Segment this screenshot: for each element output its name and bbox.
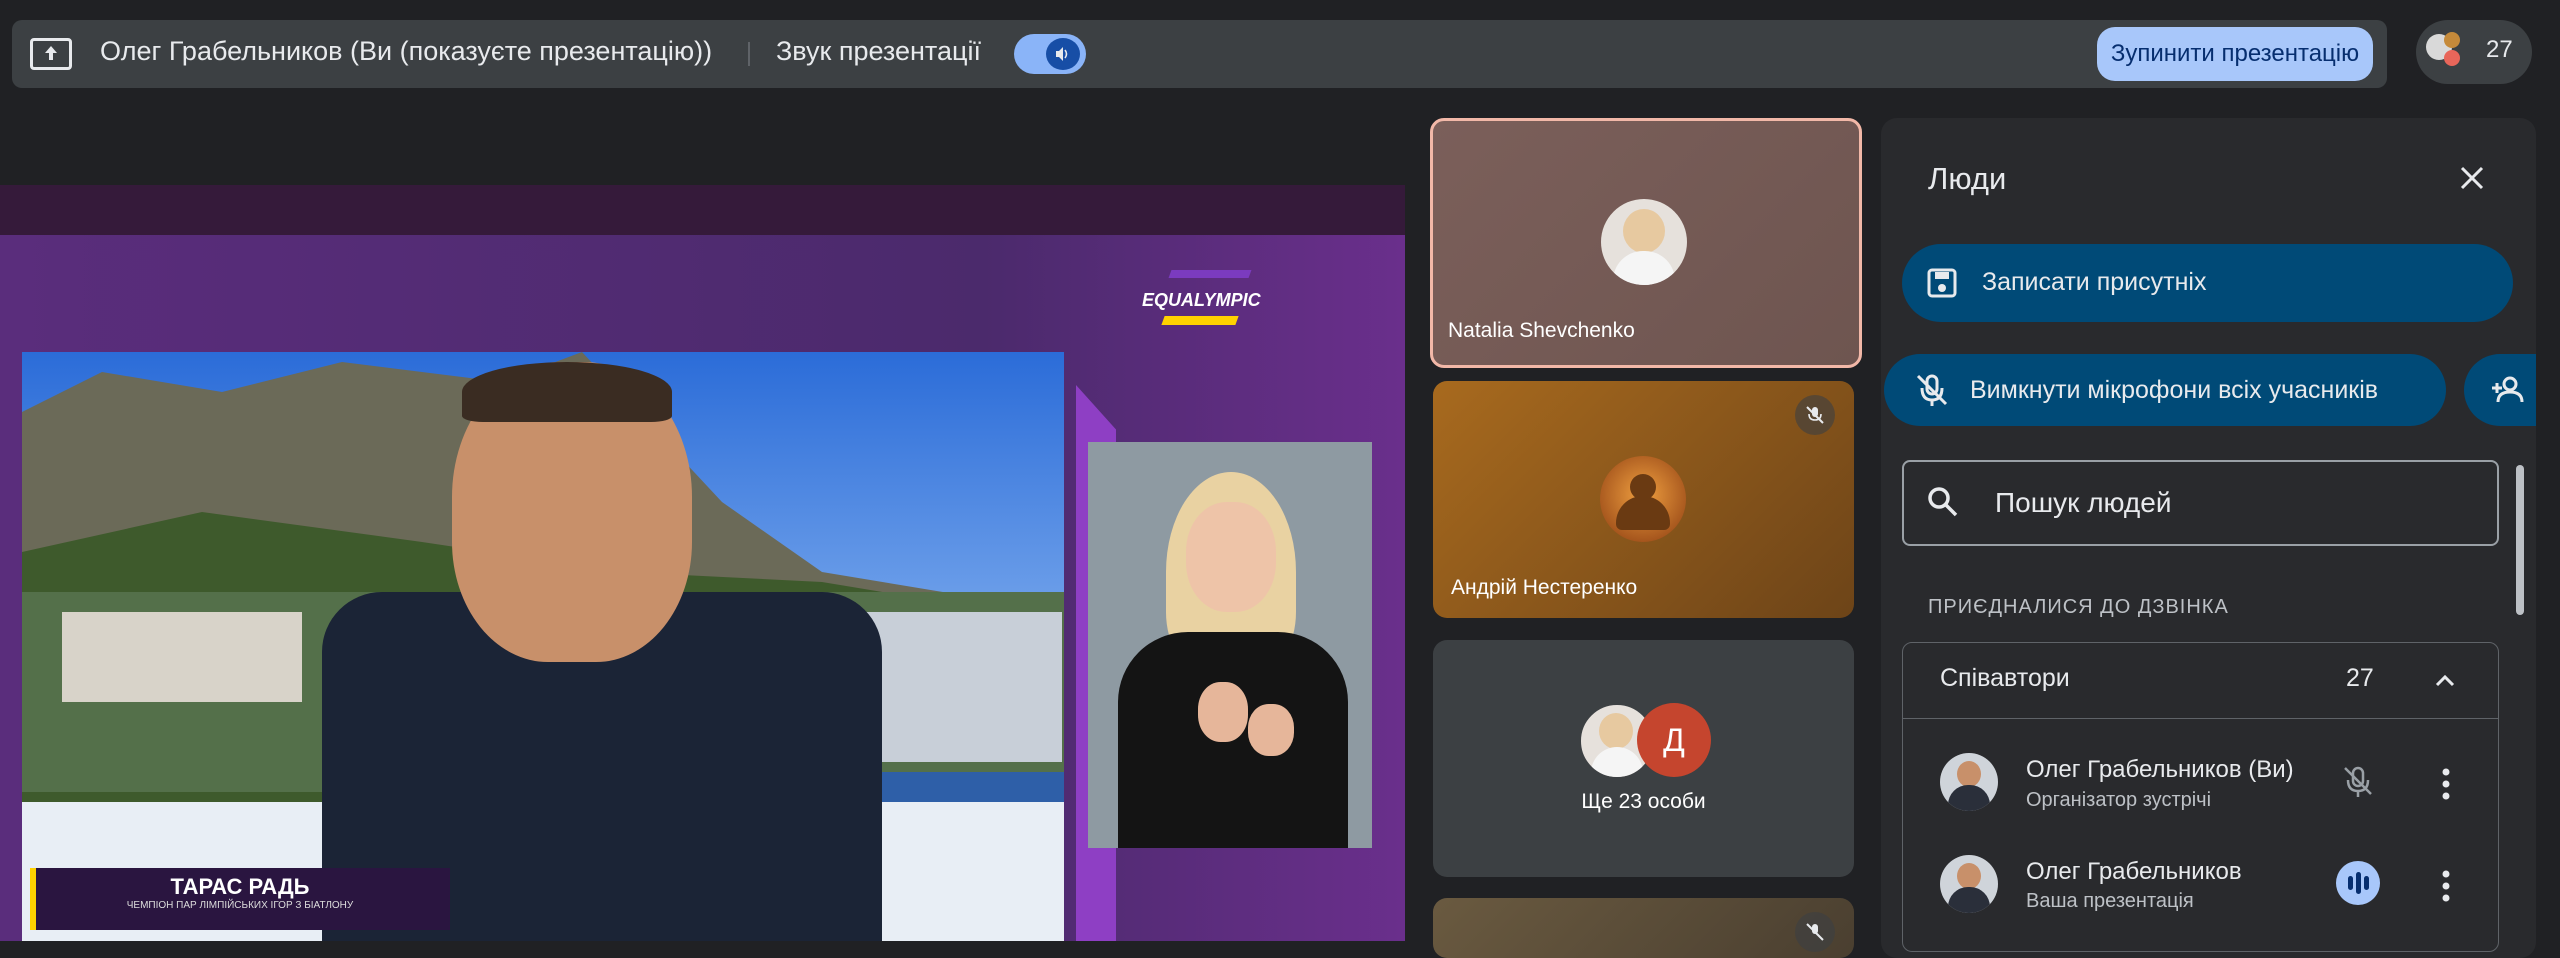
avatar [2444,50,2460,66]
divider [1903,718,2498,719]
volume-icon[interactable] [1046,38,1080,70]
search-icon [1924,483,1962,521]
logo-bar [1168,270,1252,278]
equalympic-logo: EQUALYMPIC [1142,290,1261,310]
participant-tile[interactable]: Андрій Нестеренко [1433,381,1854,618]
mic-off-icon[interactable] [2336,760,2380,804]
avatar [1601,199,1687,285]
cohosts-title[interactable]: Співавтори [1940,664,2070,693]
save-icon [1924,265,1960,301]
participant-name: Андрій Нестеренко [1451,576,1638,599]
lower-third-subtitle: ЧЕМПІОН ПАР ЛІМПІЙСЬКИХ ІГОР З БІАТЛОНУ [126,900,354,911]
interpreter-hand [1248,704,1294,756]
section-label: ПРИЄДНАЛИСЯ ДО ДЗВІНКА [1928,596,2229,618]
participants-button[interactable] [2416,20,2532,84]
avatar [1940,855,1998,913]
record-attendance-label: Записати присутніх [1982,268,2207,296]
more-participants-tile[interactable]: Д Ще 23 особи [1433,640,1854,877]
athlete-hair [462,362,672,422]
participant-name: Олег Грабельников [2026,858,2242,885]
mic-off-icon [1795,912,1835,952]
close-icon[interactable] [2452,158,2492,198]
participant-name: Natalia Shevchenko [1448,319,1635,342]
stop-presenting-button[interactable]: Зупинити презентацію [2097,27,2373,81]
present-icon [30,38,72,70]
participant-name: Олег Грабельников (Ви) [2026,756,2294,783]
panel-title: Люди [1928,161,2007,196]
more-vert-icon[interactable] [2440,868,2452,904]
avatar [2444,32,2460,48]
avatar [1600,456,1686,542]
participant-tile[interactable] [1433,898,1854,958]
participant-role: Організатор зустрічі [2026,789,2212,811]
cohosts-count: 27 [2346,664,2374,692]
mic-off-icon [1912,370,1952,410]
scrollbar[interactable] [2516,465,2524,615]
participant-role: Ваша презентація [2026,890,2194,912]
mic-off-icon [1795,395,1835,435]
interpreter-hand [1198,682,1248,742]
participant-count: 27 [2486,36,2513,63]
sign-language-video [1088,442,1372,848]
broadcast-video [22,352,1064,941]
more-vert-icon[interactable] [2440,766,2452,802]
presenter-status-text: Олег Грабельников (Ви (показуєте презент… [100,36,713,66]
presentation-sound-label: Звук презентації [776,36,981,66]
add-person-icon [2488,370,2528,410]
avatar: Д [1637,703,1711,777]
search-people-input[interactable] [1902,460,2499,546]
divider [748,42,750,66]
lower-third-name: ТАРАС РАДЬ [170,874,310,899]
chevron-up-icon[interactable] [2430,666,2460,696]
participant-tile[interactable]: Natalia Shevchenko [1430,118,1862,368]
avatar [1940,753,1998,811]
logo-bar [1161,316,1239,325]
mute-all-label: Вимкнути мікрофони всіх учасників [1970,376,2379,404]
more-participants-label: Ще 23 особи [1581,790,1706,813]
speaking-indicator-icon [2336,861,2380,905]
interpreter-face [1186,502,1276,612]
search-placeholder: Пошук людей [1995,487,2172,518]
